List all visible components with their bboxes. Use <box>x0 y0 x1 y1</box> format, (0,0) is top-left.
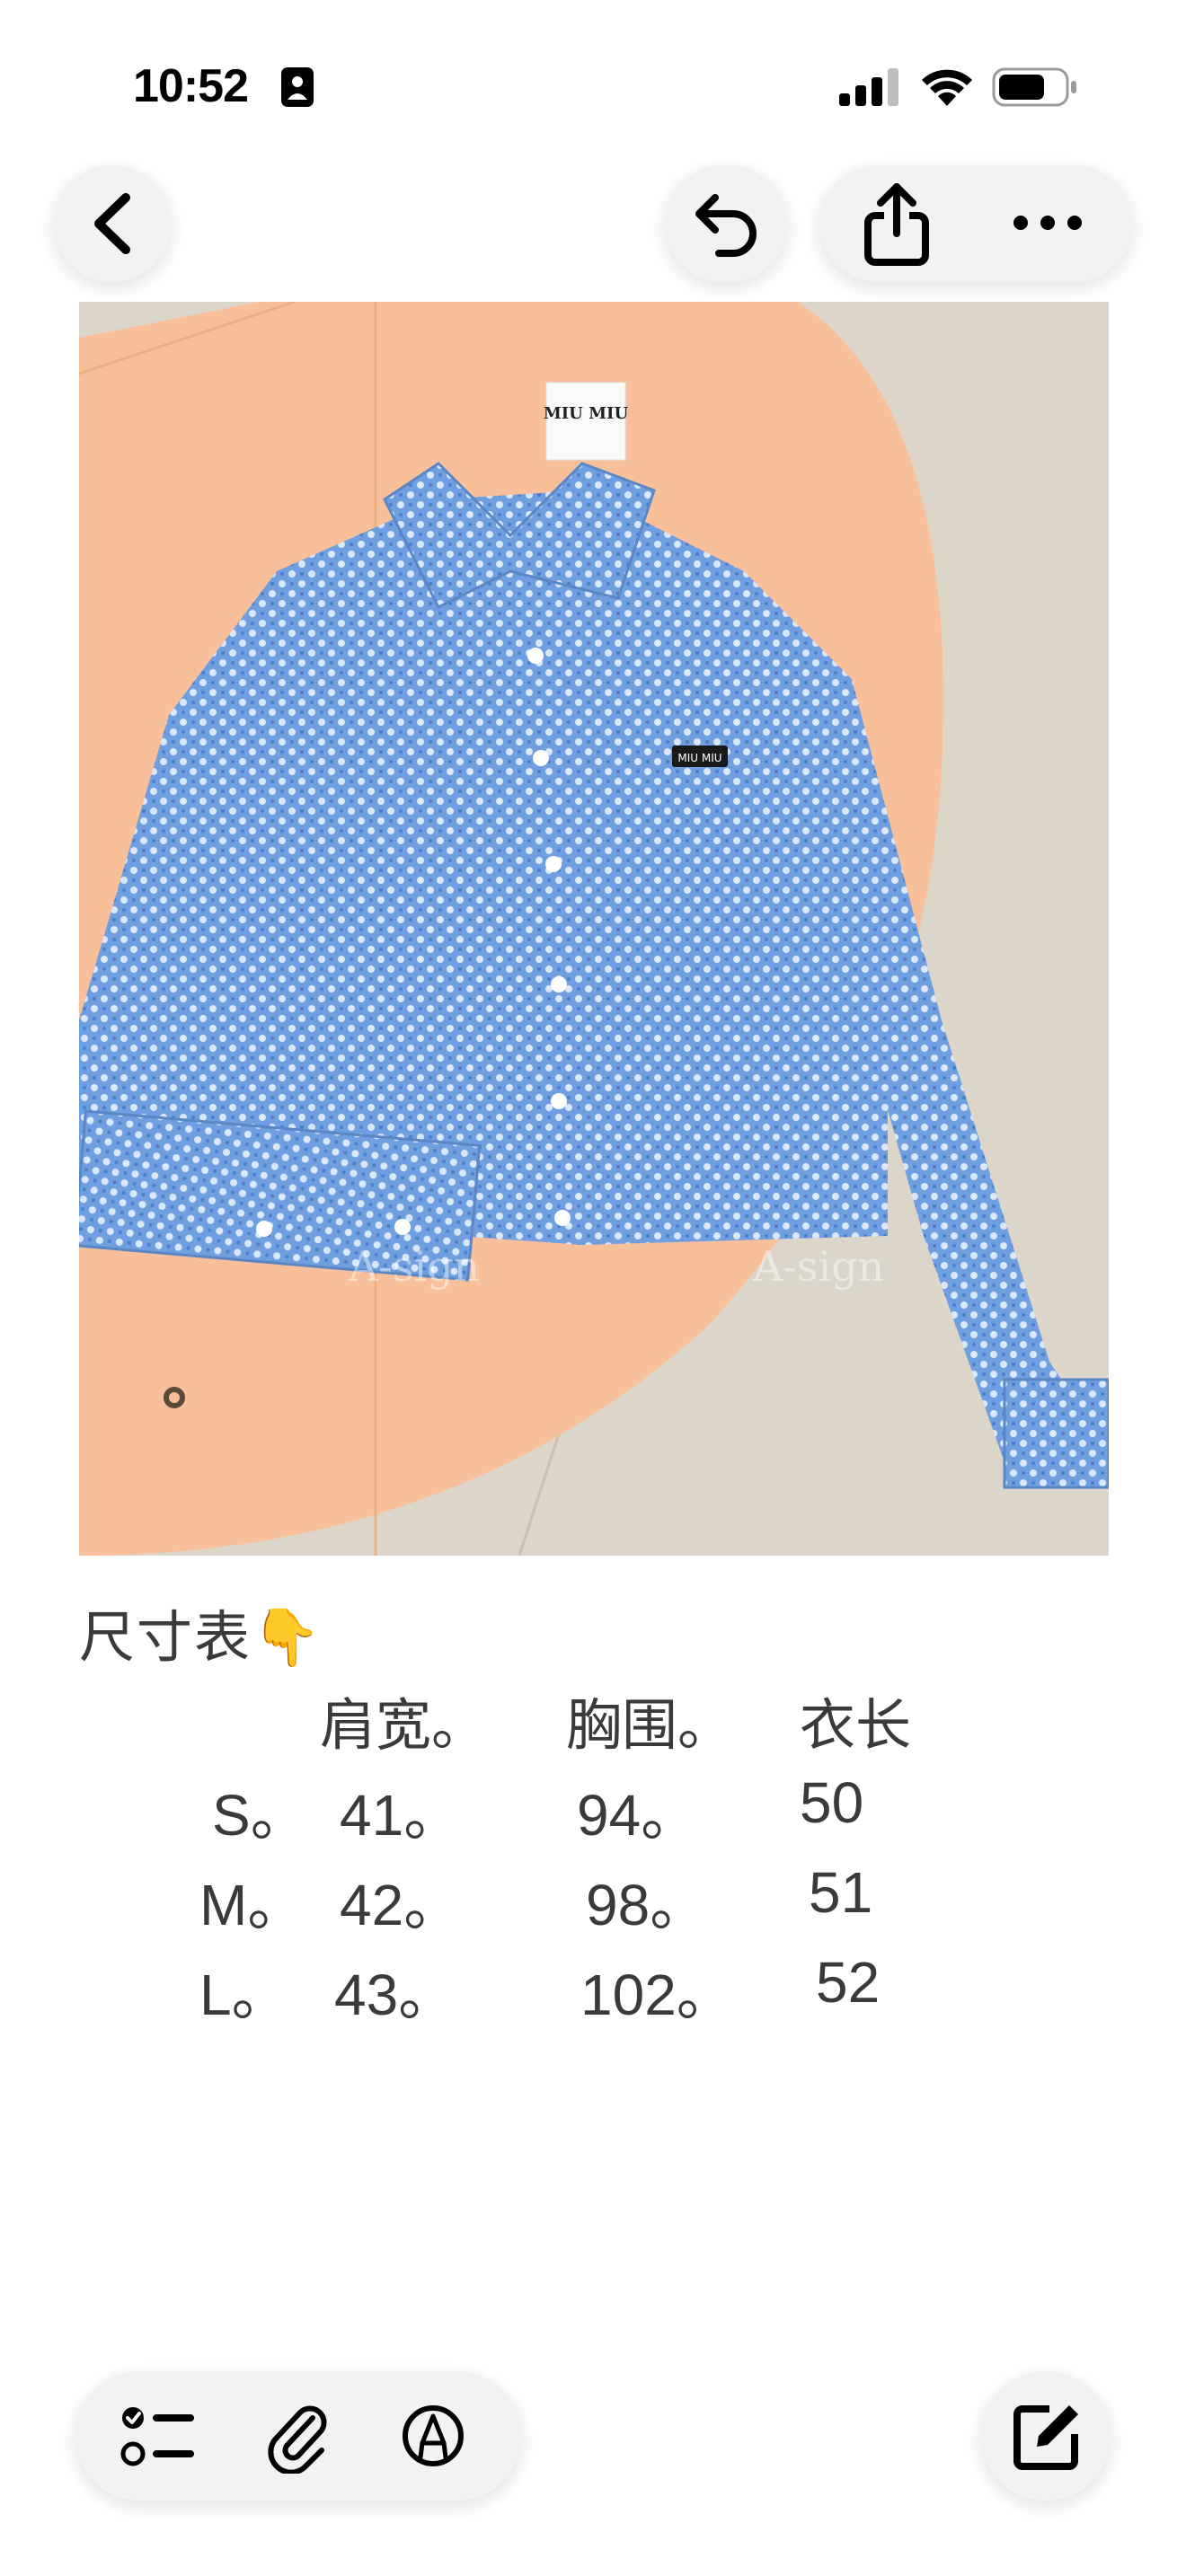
row-value: 51 <box>809 1860 873 1925</box>
wifi-icon <box>922 69 972 106</box>
back-chevron-icon <box>94 193 130 254</box>
status-bar: 10:52 <box>0 0 1186 162</box>
brand-tag-text: MIU MIU <box>544 404 629 423</box>
share-button[interactable] <box>819 165 976 282</box>
svg-text:MIU MIU: MIU MIU <box>677 752 721 764</box>
watermark: A-sign <box>348 1242 480 1291</box>
share-icon <box>864 183 929 266</box>
top-actions-group <box>819 165 1132 282</box>
row-value: 98。 <box>586 1873 708 1937</box>
more-button[interactable] <box>976 165 1132 282</box>
row-value: 102。 <box>580 1963 734 2027</box>
paperclip-icon <box>268 2405 327 2474</box>
row-value: 52 <box>816 1950 881 2015</box>
compose-button[interactable] <box>981 2371 1111 2501</box>
row-value: 42。 <box>340 1873 462 1937</box>
checklist-button[interactable] <box>95 2371 230 2501</box>
bottom-tools-group <box>75 2371 521 2501</box>
battery-icon <box>992 67 1076 107</box>
product-photo[interactable]: MIU MIU MIU MIU A-sign A-sign <box>79 302 1109 1556</box>
back-button[interactable] <box>54 165 171 282</box>
row-value: 43。 <box>334 1963 456 2027</box>
undo-icon <box>695 194 757 257</box>
more-icon <box>1013 216 1082 230</box>
photo-illustration: MIU MIU MIU MIU A-sign A-sign <box>79 302 1109 1556</box>
size-table: 肩宽。 胸围。 衣长 S。 41。 94。 50 M。 42。 98。 51 L… <box>0 1680 1186 2027</box>
markup-pen-icon <box>403 2405 464 2466</box>
note-heading: 尺寸表👇 <box>79 1604 323 1670</box>
row-size-label: M。 <box>199 1873 305 1937</box>
notes-screen: 10:52 MIU MIU MIU MIU A-sign A-sign 尺寸表👇… <box>0 0 1186 2576</box>
compose-icon <box>1013 2405 1078 2470</box>
row-value: 94。 <box>577 1783 699 1848</box>
header-length: 衣长 <box>800 1692 912 1758</box>
row-value: 50 <box>800 1770 864 1835</box>
id-card-icon <box>281 67 314 107</box>
watermark: A-sign <box>752 1242 884 1291</box>
undo-button[interactable] <box>665 165 787 282</box>
row-size-label: L。 <box>199 1963 289 2027</box>
row-value: 41。 <box>340 1783 462 1848</box>
row-size-label: S。 <box>212 1783 308 1848</box>
header-chest: 胸围。 <box>566 1692 734 1758</box>
cellular-signal-icon <box>839 68 898 106</box>
checklist-icon <box>120 2407 194 2466</box>
header-shoulder: 肩宽。 <box>320 1692 488 1758</box>
attachment-button[interactable] <box>230 2371 365 2501</box>
markup-button[interactable] <box>365 2371 501 2501</box>
status-time: 10:52 <box>133 60 249 112</box>
